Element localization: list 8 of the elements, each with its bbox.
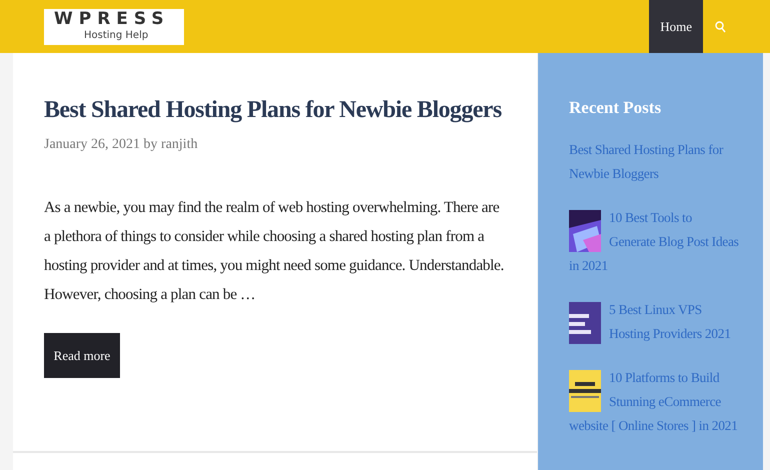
- post-meta: January 26, 2021 by ranjith: [44, 137, 198, 153]
- nav-link[interactable]: Home: [649, 0, 703, 53]
- widget-title: Recent Posts: [569, 98, 662, 118]
- read-more-button[interactable]: Read more: [44, 333, 120, 378]
- post-title[interactable]: Best Shared Hosting Plans for Newbie Bloggers: [44, 95, 502, 125]
- site-logo[interactable]: WPRESS Hosting Help: [44, 8, 184, 44]
- post-excerpt: As a newbie, you may find the realm of web hosting overwhelming. There are a plethora of things to consider while choosing a shared hosting plan from a hosting provider and at times, you might need some guidance. Understandable. However, choosing a plan can be …: [44, 198, 505, 305]
- search-icon[interactable]: [715, 20, 726, 32]
